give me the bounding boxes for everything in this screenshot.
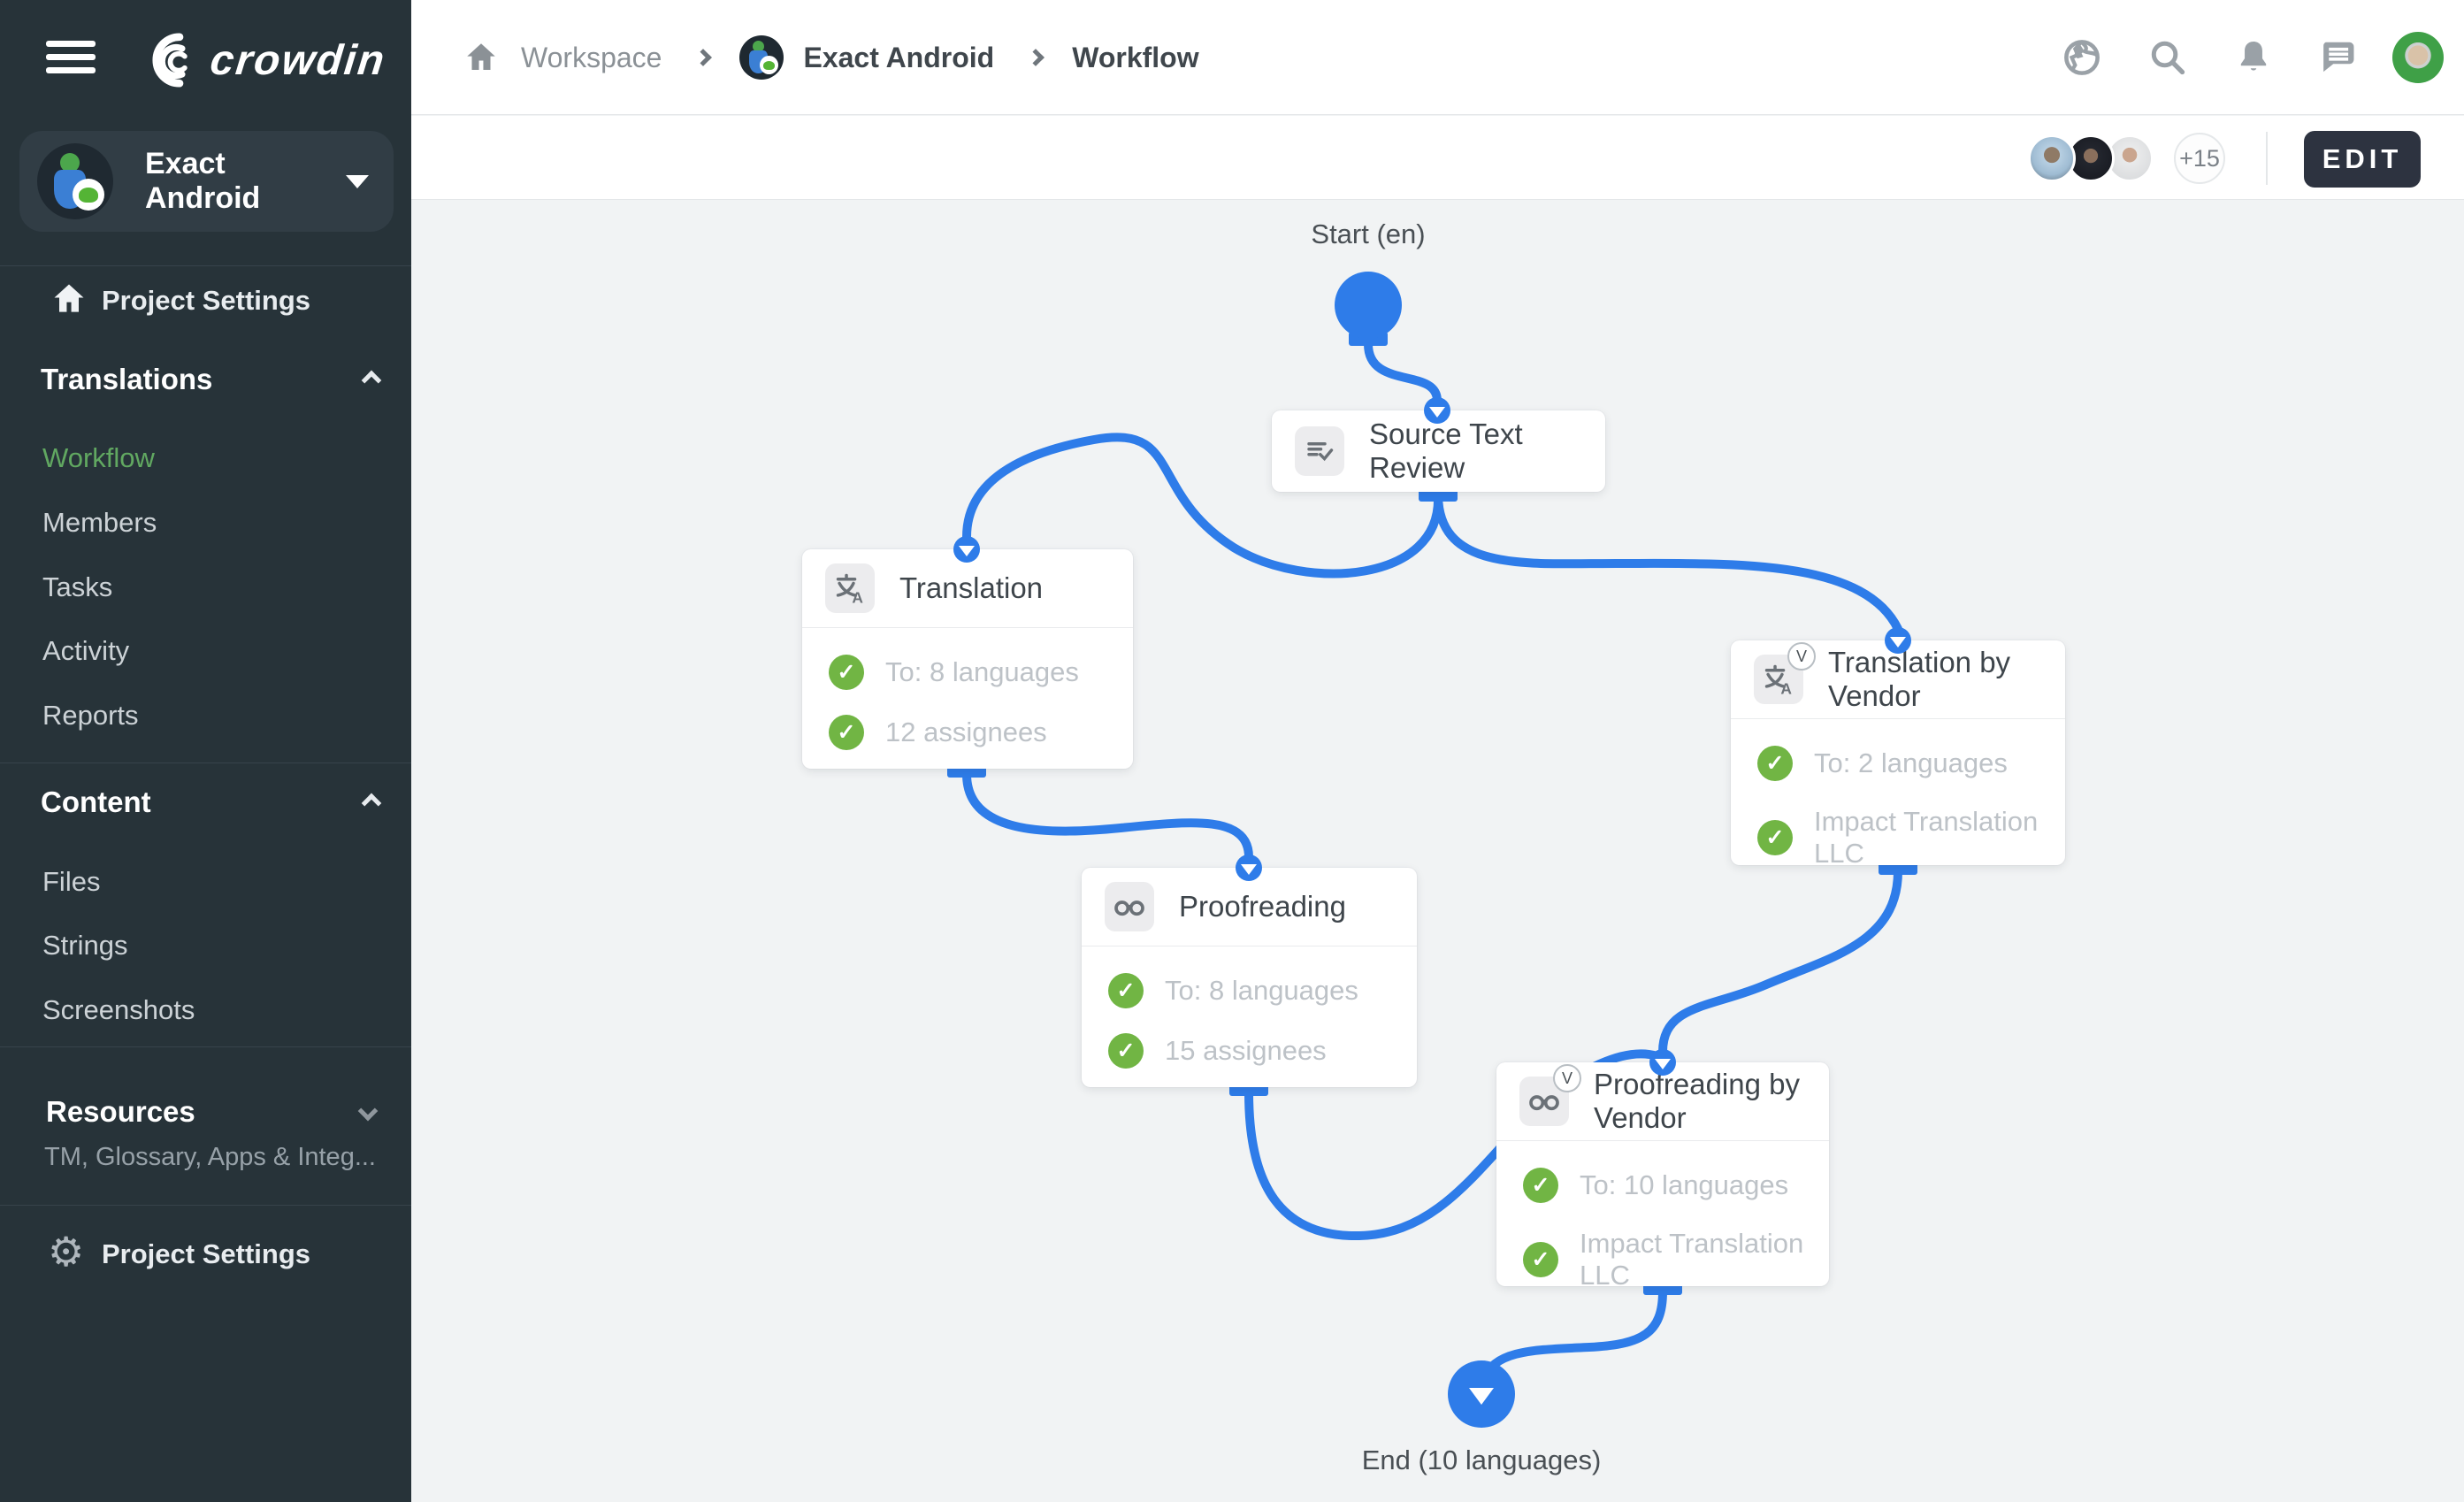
- divider: [0, 1205, 411, 1206]
- proofreading-icon: V: [1519, 1077, 1569, 1126]
- node-detail-row: ✓ To: 8 languages: [1108, 973, 1394, 1008]
- divider: [0, 762, 411, 763]
- workflow-node-proofreading-by-vendor[interactable]: V Proofreading by Vendor ✓ To: 10 langua…: [1496, 1062, 1829, 1286]
- avatar-overflow-badge[interactable]: +15: [2174, 133, 2225, 184]
- breadcrumb-project[interactable]: Exact Android: [803, 42, 994, 74]
- start-node-label: Start (en): [1236, 218, 1501, 250]
- check-circle-icon: ✓: [1108, 973, 1144, 1008]
- sidebar-item-workflow[interactable]: Workflow: [42, 442, 155, 474]
- divider: [0, 265, 411, 266]
- sidebar-item-strings[interactable]: Strings: [42, 930, 127, 962]
- check-circle-icon: ✓: [1757, 820, 1793, 855]
- node-title: Proofreading: [1179, 890, 1346, 923]
- node-title: Proofreading by Vendor: [1594, 1068, 1806, 1135]
- hamburger-menu-icon[interactable]: [46, 41, 96, 74]
- sidebar-item-project-settings-bottom[interactable]: Project Settings: [102, 1238, 310, 1270]
- home-icon: [50, 276, 88, 322]
- sidebar-item-files[interactable]: Files: [42, 866, 100, 898]
- node-detail-row: ✓ To: 2 languages: [1757, 746, 2042, 781]
- workflow-node-translation[interactable]: A Translation ✓ To: 8 languages ✓ 12 ass…: [802, 549, 1133, 769]
- divider: [2266, 132, 2268, 185]
- gear-icon: ⚙: [48, 1231, 84, 1272]
- end-node-label: End (10 languages): [1287, 1445, 1676, 1476]
- node-title: Translation by Vendor: [1828, 646, 2042, 713]
- workflow-connectors: [411, 201, 2464, 1502]
- crowdin-logo-text: crowdin: [208, 36, 388, 85]
- svg-text:A: A: [1780, 680, 1792, 696]
- edit-button[interactable]: EDIT: [2304, 131, 2421, 188]
- sidebar: crowdin Exact Android Project Settings T…: [0, 0, 411, 1502]
- proofreading-icon: [1105, 882, 1154, 931]
- workflow-canvas[interactable]: Start (en) End (10 languages) Source Tex…: [411, 201, 2464, 1502]
- check-circle-icon: ✓: [1523, 1242, 1558, 1277]
- workflow-toolbar: +15 EDIT: [411, 116, 2464, 200]
- check-circle-icon: ✓: [829, 655, 864, 690]
- android-badge-icon: [73, 179, 104, 211]
- vendor-badge: V: [1553, 1064, 1581, 1092]
- user-avatar[interactable]: [2392, 32, 2444, 83]
- breadcrumb-page: Workflow: [1072, 42, 1198, 74]
- sidebar-item-screenshots[interactable]: Screenshots: [42, 994, 195, 1026]
- home-icon[interactable]: [463, 39, 500, 76]
- translation-icon: A: [825, 563, 875, 613]
- connector-translation-vendor-to-proofreading-vendor: [1663, 871, 1898, 1052]
- search-icon[interactable]: [2147, 37, 2188, 78]
- start-node-circle: [1335, 272, 1402, 339]
- node-detail-row: ✓ 12 assignees: [829, 715, 1110, 750]
- chevron-up-icon[interactable]: [362, 793, 382, 814]
- connector-translation-to-proofreading: [967, 774, 1249, 857]
- connector-start-to-source: [1368, 344, 1437, 401]
- check-circle-icon: ✓: [829, 715, 864, 750]
- breadcrumb-project-avatar: [739, 35, 784, 80]
- crowdin-logo-mark: [133, 32, 198, 88]
- svg-text:A: A: [852, 589, 863, 605]
- resources-subtitle: TM, Glossary, Apps & Integ...: [44, 1143, 376, 1172]
- node-detail-row: ✓ To: 8 languages: [829, 655, 1110, 690]
- workflow-node-proofreading[interactable]: Proofreading ✓ To: 8 languages ✓ 15 assi…: [1082, 868, 1417, 1087]
- notifications-bell-icon[interactable]: [2233, 37, 2274, 78]
- manager-avatar[interactable]: [2028, 134, 2076, 182]
- chevron-down-icon[interactable]: [358, 1101, 379, 1122]
- sidebar-item-reports[interactable]: Reports: [42, 700, 139, 732]
- chevron-right-icon: [1027, 49, 1045, 66]
- sidebar-item-tasks[interactable]: Tasks: [42, 571, 112, 603]
- vendor-badge: V: [1787, 642, 1816, 671]
- section-header-content[interactable]: Content: [41, 785, 151, 819]
- node-detail-row: ✓ 15 assignees: [1108, 1033, 1394, 1069]
- project-name: Exact Android: [145, 147, 346, 216]
- connector-proofreading-vendor-to-end: [1483, 1291, 1663, 1381]
- connector-source-to-translation-vendor: [1438, 496, 1898, 629]
- globe-icon[interactable]: [2062, 37, 2102, 78]
- node-detail-row: ✓ Impact Translation LLC: [1757, 806, 2042, 870]
- node-title: Source Text Review: [1369, 418, 1582, 485]
- node-title: Translation: [899, 571, 1043, 605]
- sidebar-item-members[interactable]: Members: [42, 507, 157, 539]
- top-navigation-bar: Workspace Exact Android Workflow: [411, 0, 2464, 115]
- project-selector[interactable]: Exact Android: [19, 131, 394, 232]
- messages-icon[interactable]: [2318, 37, 2359, 78]
- breadcrumb-workspace[interactable]: Workspace: [521, 42, 662, 74]
- source-text-review-icon: [1295, 426, 1344, 476]
- android-badge-icon: [760, 56, 778, 74]
- chevron-right-icon: [695, 49, 713, 66]
- breadcrumb: Workspace Exact Android Workflow: [463, 0, 1199, 115]
- section-header-resources[interactable]: Resources: [46, 1095, 195, 1129]
- check-circle-icon: ✓: [1523, 1168, 1558, 1203]
- divider: [0, 1046, 411, 1047]
- sidebar-item-project-settings-top[interactable]: Project Settings: [102, 285, 310, 317]
- section-header-translations[interactable]: Translations: [41, 363, 212, 396]
- project-avatar: [37, 143, 113, 219]
- crowdin-logo[interactable]: crowdin: [133, 32, 386, 88]
- check-circle-icon: ✓: [1757, 746, 1793, 781]
- chevron-up-icon[interactable]: [362, 371, 382, 391]
- workflow-node-source-text-review[interactable]: Source Text Review: [1272, 410, 1605, 492]
- workflow-node-translation-by-vendor[interactable]: A V Translation by Vendor ✓ To: 2 langua…: [1731, 640, 2065, 865]
- sidebar-item-activity[interactable]: Activity: [42, 635, 129, 667]
- caret-down-icon: [346, 175, 369, 188]
- check-circle-icon: ✓: [1108, 1033, 1144, 1069]
- translation-icon: A V: [1754, 655, 1803, 704]
- node-detail-row: ✓ Impact Translation LLC: [1523, 1228, 1806, 1291]
- node-detail-row: ✓ To: 10 languages: [1523, 1168, 1806, 1203]
